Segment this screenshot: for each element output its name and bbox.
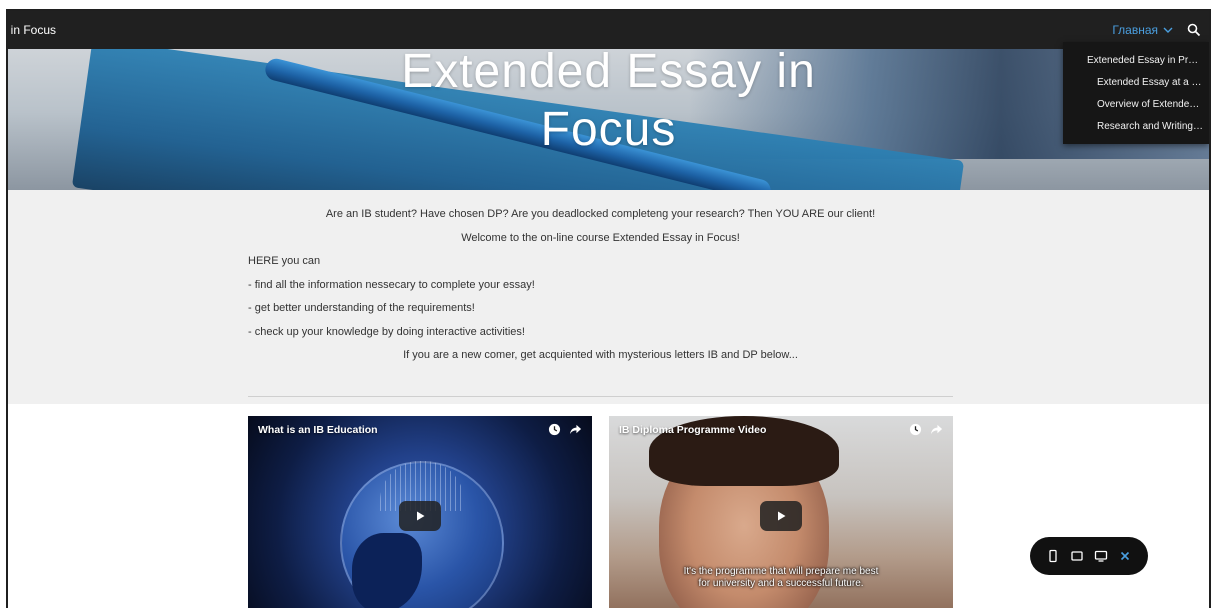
dropdown-item-extended-essay-at-a-glance[interactable]: Extended Essay at a Gla... xyxy=(1063,72,1209,94)
video-caption-line: It's the programme that will prepare me … xyxy=(683,566,879,577)
video-embed-ib-diploma[interactable]: IB Diploma Programme Video It's the prog… xyxy=(609,416,953,608)
tablet-icon[interactable] xyxy=(1070,549,1084,563)
intro-line: - check up your knowledge by doing inter… xyxy=(248,325,525,338)
section-divider xyxy=(248,396,953,397)
share-icon[interactable] xyxy=(930,423,943,436)
hero-banner: Extended Essay in Focus xyxy=(8,49,1209,190)
intro-line: Welcome to the on-line course Extended E… xyxy=(461,231,740,244)
video-actions xyxy=(909,423,943,436)
intro-line: - find all the information nessecary to … xyxy=(248,278,535,291)
site-title[interactable]: . in Focus xyxy=(8,23,56,37)
browser-frame: . in Focus Главная Extended Essay in Foc… xyxy=(6,9,1211,608)
video-caption: It's the programme that will prepare me … xyxy=(609,566,953,590)
dropdown-item-overview-of-extended-essay[interactable]: Overview of Extended ... xyxy=(1063,94,1209,116)
video-embed-ib-education[interactable]: What is an IB Education xyxy=(248,416,592,608)
intro-line: Are an IB student? Have chosen DP? Are y… xyxy=(325,208,876,220)
desktop-icon[interactable] xyxy=(1094,549,1108,563)
video-thumbnail-continent xyxy=(352,533,422,608)
video-title[interactable]: IB Diploma Programme Video xyxy=(619,424,766,436)
intro-line: - get better understanding of the requir… xyxy=(248,302,475,314)
play-button[interactable] xyxy=(760,501,802,531)
chevron-down-icon xyxy=(1163,23,1173,37)
page-title: Extended Essay in Focus xyxy=(8,49,1209,159)
dropdown-item-research-and-writing[interactable]: Research and Writing P... xyxy=(1063,116,1209,138)
clock-icon[interactable] xyxy=(548,423,561,436)
intro-content: Are an IB student? Have chosen DP? Are y… xyxy=(248,206,953,371)
search-icon[interactable] xyxy=(1187,23,1201,37)
intro-section: Are an IB student? Have chosen DP? Are y… xyxy=(8,190,1209,404)
play-icon xyxy=(417,511,425,521)
page-title-line2: Focus xyxy=(540,103,677,156)
nav-dropdown-menu: Exteneded Essay in Practi... Extended Es… xyxy=(1063,42,1209,144)
device-preview-toolbar xyxy=(1030,537,1148,575)
video-title[interactable]: What is an IB Education xyxy=(258,424,378,436)
video-caption-line: for university and a successful future. xyxy=(698,578,864,589)
phone-icon[interactable] xyxy=(1046,549,1060,563)
close-icon[interactable] xyxy=(1118,549,1132,563)
nav-home-menu[interactable]: Главная xyxy=(1112,23,1173,37)
video-thumbnail-globe xyxy=(340,461,504,608)
dropdown-item-extended-essay-in-practice[interactable]: Exteneded Essay in Practi... xyxy=(1063,50,1209,72)
page-title-line1: Extended Essay in xyxy=(401,49,816,98)
top-navigation-bar: . in Focus Главная xyxy=(8,11,1209,49)
video-actions xyxy=(548,423,582,436)
play-icon xyxy=(778,511,786,521)
play-button[interactable] xyxy=(399,501,441,531)
nav-home-label: Главная xyxy=(1112,23,1158,37)
intro-line: If you are a new comer, get acquiented w… xyxy=(403,349,798,361)
clock-icon[interactable] xyxy=(909,423,922,436)
share-icon[interactable] xyxy=(569,423,582,436)
intro-line: HERE you can xyxy=(248,255,321,267)
